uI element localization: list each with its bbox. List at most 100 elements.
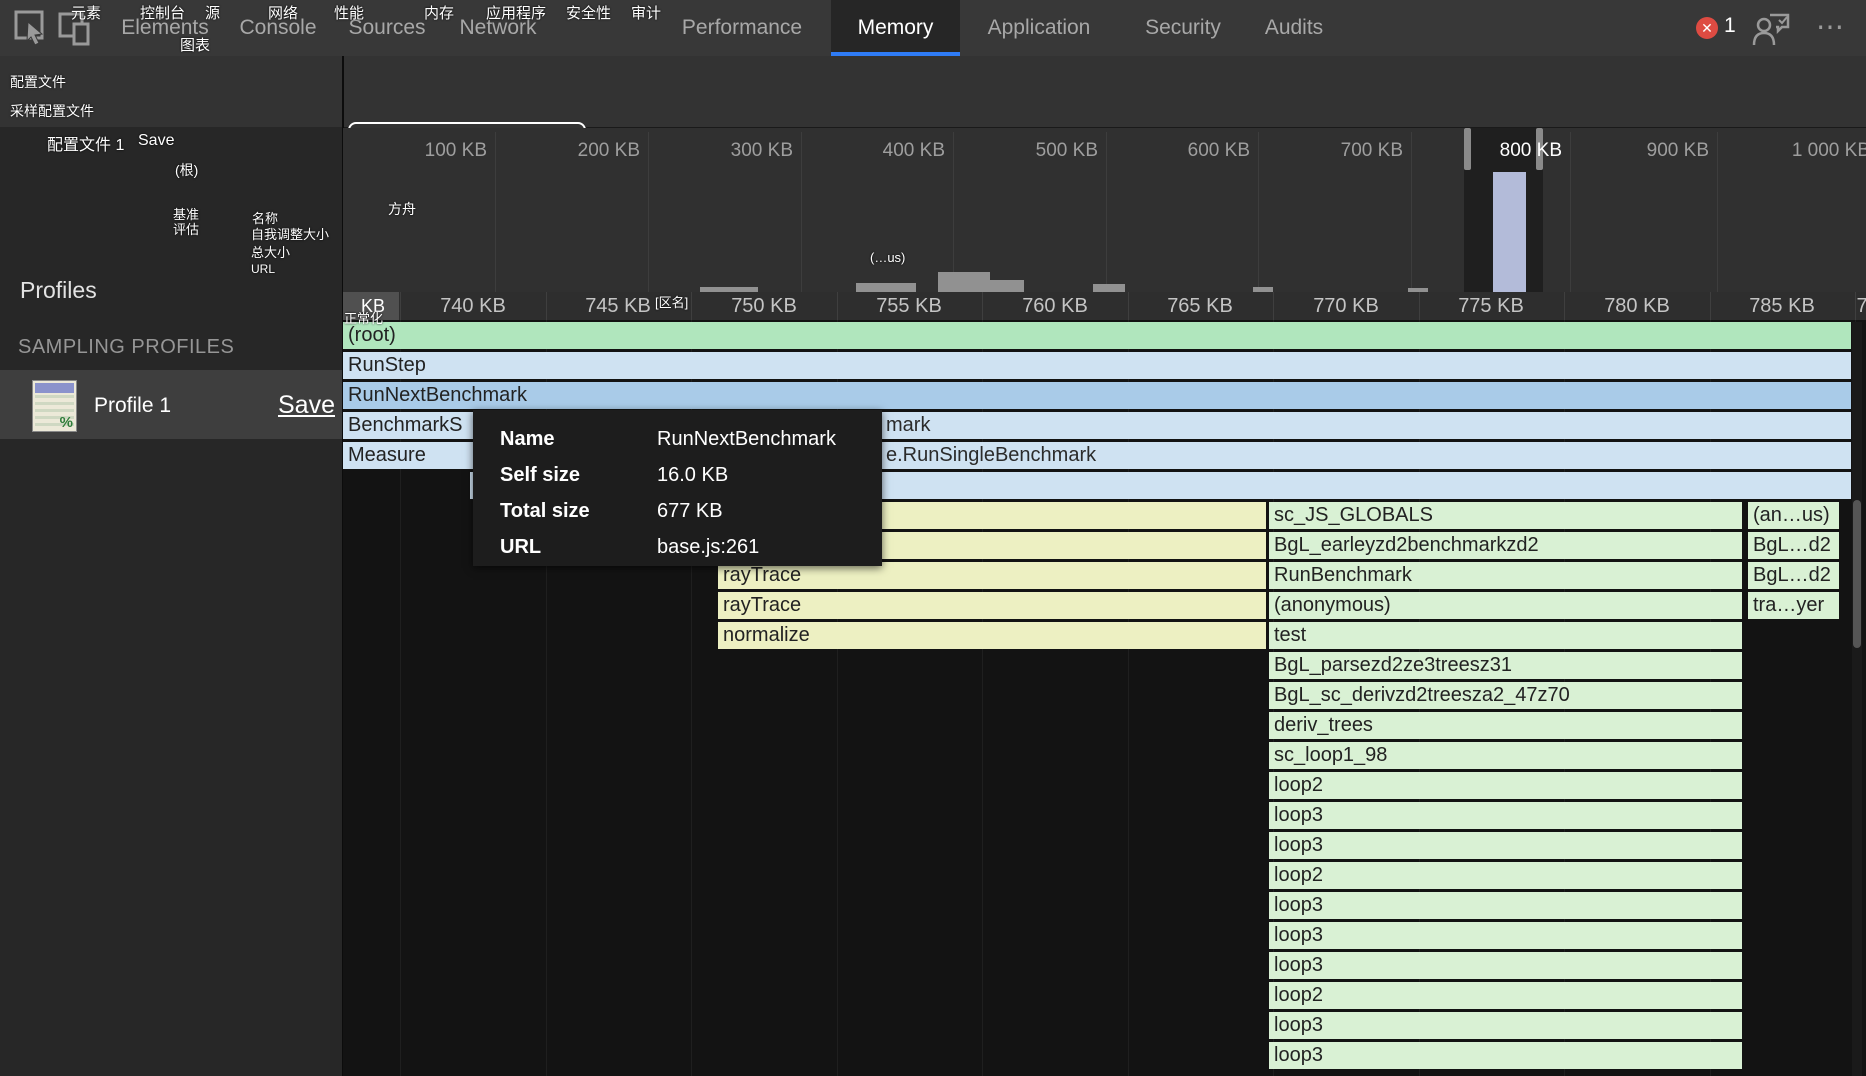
ruler-label-760-kb: 760 KB [980, 295, 1130, 318]
profiles-sidebar: Profiles SAMPLING PROFILES % Profile 1 S… [0, 127, 342, 1076]
tooltip-totalsize-label: Total size [500, 500, 590, 522]
tooltip-selfsize-value: 16.0 KB [657, 456, 728, 494]
error-count: 1 [1724, 14, 1736, 38]
flame-bar-loop2[interactable]: loop2 [1269, 982, 1742, 1009]
tooltip-name-value: RunNextBenchmark [657, 420, 836, 458]
overview-memory-bar [1093, 284, 1125, 292]
flame-bar-runnextbenchmark[interactable]: RunNextBenchmark [343, 382, 1851, 409]
flame-bar-deriv-trees[interactable]: deriv_trees [1269, 712, 1742, 739]
flame-bar-root[interactable]: (root) [343, 322, 1851, 349]
overview-gridline [1717, 132, 1718, 292]
inspect-icon[interactable] [14, 10, 48, 46]
translation-label: 内存 [424, 5, 454, 22]
flame-bar-an-us[interactable]: (an…us) [1748, 502, 1839, 529]
tab-application[interactable]: Application [966, 0, 1112, 56]
flame-bar-bgl-d2[interactable]: BgL…d2 [1748, 532, 1839, 559]
tab-security[interactable]: Security [1128, 0, 1238, 56]
selected-memory-bar [1493, 172, 1526, 292]
flame-bar-bgl-earleyzd2benchmarkzd2[interactable]: BgL_earleyzd2benchmarkzd2 [1269, 532, 1742, 559]
flame-bar-loop3[interactable]: loop3 [1269, 802, 1742, 829]
flame-bar-loop3[interactable]: loop3 [1269, 892, 1742, 919]
ruler-label-740-kb: 740 KB [398, 295, 548, 318]
profiler-toolbar: Chart ▼ 配置文件采样配置文件 [0, 56, 1866, 128]
translation-label: 源 [205, 5, 220, 22]
translation-label: URL [251, 262, 275, 276]
profile-icon: % [32, 380, 77, 432]
flame-bar-runbenchmark[interactable]: RunBenchmark [1269, 562, 1742, 589]
translation-label: [区名] [655, 294, 688, 311]
feedback-person-icon[interactable] [1752, 11, 1790, 47]
profiles-title: Profiles [20, 277, 97, 304]
flame-bar-loop3[interactable]: loop3 [1269, 922, 1742, 949]
flame-bar-anonymous[interactable]: (anonymous) [1269, 592, 1742, 619]
ruler-label-770-kb: 770 KB [1271, 295, 1421, 318]
tooltip-selfsize-label: Self size [500, 464, 580, 486]
translation-label: 自我调整大小 [251, 224, 329, 243]
overview-tick-800-kb: 800 KB [1432, 140, 1562, 162]
flame-bar-sc-js-globals[interactable]: sc_JS_GLOBALS [1269, 502, 1742, 529]
overlay-label: 方舟 [388, 201, 416, 218]
flame-bar-raytrace[interactable]: rayTrace [718, 562, 1266, 589]
flame-bar-bgl-parsezd2ze3treesz31[interactable]: BgL_parsezd2ze3treesz31 [1269, 652, 1742, 679]
save-profile-link[interactable]: Save [278, 391, 335, 420]
flame-bar-loop3[interactable]: loop3 [1269, 952, 1742, 979]
more-menu-icon[interactable]: ⋯ [1816, 10, 1846, 43]
flame-bar-loop3[interactable]: loop3 [1269, 1012, 1742, 1039]
flame-scrollbar-track[interactable] [1852, 322, 1862, 1076]
overview-gridline [1570, 132, 1571, 292]
translation-label: 网络 [268, 5, 298, 22]
overview-tick-300-kb: 300 KB [663, 140, 793, 162]
tab-memory[interactable]: Memory [831, 0, 960, 56]
overview-memory-bar [856, 283, 916, 292]
flame-bar-sc-loop1-98[interactable]: sc_loop1_98 [1269, 742, 1742, 769]
flame-bar-loop2[interactable]: loop2 [1269, 862, 1742, 889]
flame-chart-ruler: KB 740 KB745 KB750 KB755 KB760 KB765 KB7… [343, 292, 1866, 321]
translation-label: 评估 [173, 219, 199, 238]
overview-gridline [648, 132, 649, 292]
tooltip-row: Total size 677 KB [500, 492, 872, 530]
tooltip-totalsize-value: 677 KB [657, 492, 723, 530]
flame-bar-test[interactable]: test [1269, 622, 1742, 649]
flame-bar-loop2[interactable]: loop2 [1269, 772, 1742, 799]
tooltip-row: URL base.js:261 [500, 528, 872, 566]
translation-label: 控制台 [140, 5, 185, 22]
flame-bar-bgl-sc-derivzd2treesza2-47z70[interactable]: BgL_sc_derivzd2treesza2_47z70 [1269, 682, 1742, 709]
flame-bar-text-fragment: mark [886, 412, 930, 439]
overview-gridline [1258, 132, 1259, 292]
flame-bar-runstep[interactable]: RunStep [343, 352, 1851, 379]
error-badge[interactable]: ✕ [1696, 17, 1718, 39]
overview-gridline [801, 132, 802, 292]
overview-memory-bar [990, 280, 1024, 292]
flame-bar-raytrace[interactable]: rayTrace [718, 592, 1266, 619]
overview-tick-700-kb: 700 KB [1273, 140, 1403, 162]
tooltip-url-label: URL [500, 536, 541, 558]
tab-performance[interactable]: Performance [662, 0, 822, 56]
flame-scrollbar-thumb[interactable] [1853, 500, 1861, 648]
translation-label: 采样配置文件 [10, 103, 94, 120]
sampling-profiles-header: SAMPLING PROFILES [18, 336, 234, 359]
flame-bar-normalize[interactable]: normalize [718, 622, 1266, 649]
overlay-label: (…us) [870, 249, 905, 266]
flame-bar-loop3[interactable]: loop3 [1269, 832, 1742, 859]
translation-label: 配置文件 1 [47, 131, 124, 155]
tooltip-row: Self size 16.0 KB [500, 456, 872, 494]
translation-label: 正常化 [344, 310, 383, 327]
profile-icon-percent: % [60, 414, 73, 431]
devtools-tab-bar: ElementsConsoleSourcesNetworkPerformance… [0, 0, 1866, 57]
flame-bar-tra-yer[interactable]: tra…yer [1748, 592, 1839, 619]
overview-tick-600-kb: 600 KB [1120, 140, 1250, 162]
translation-label: 总大小 [251, 242, 290, 261]
memory-overview-pane[interactable]: 100 KB200 KB300 KB400 KB500 KB600 KB700 … [343, 128, 1866, 292]
overview-gridline [495, 132, 496, 292]
ruler-label-775-kb: 775 KB [1416, 295, 1566, 318]
overview-gridline [1106, 132, 1107, 292]
flame-bar-text-fragment: e.RunSingleBenchmark [886, 442, 1096, 469]
tab-audits[interactable]: Audits [1248, 0, 1340, 56]
overview-tick-1-000-kb: 1 000 KB [1740, 140, 1866, 162]
profile-icon-header [35, 383, 74, 393]
tooltip-name-label: Name [500, 428, 554, 450]
ruler-label-7: 7 [1787, 295, 1866, 318]
translation-label: 配置文件 [10, 74, 66, 91]
flame-bar-bgl-d2[interactable]: BgL…d2 [1748, 562, 1839, 589]
flame-bar-loop3[interactable]: loop3 [1269, 1042, 1742, 1069]
